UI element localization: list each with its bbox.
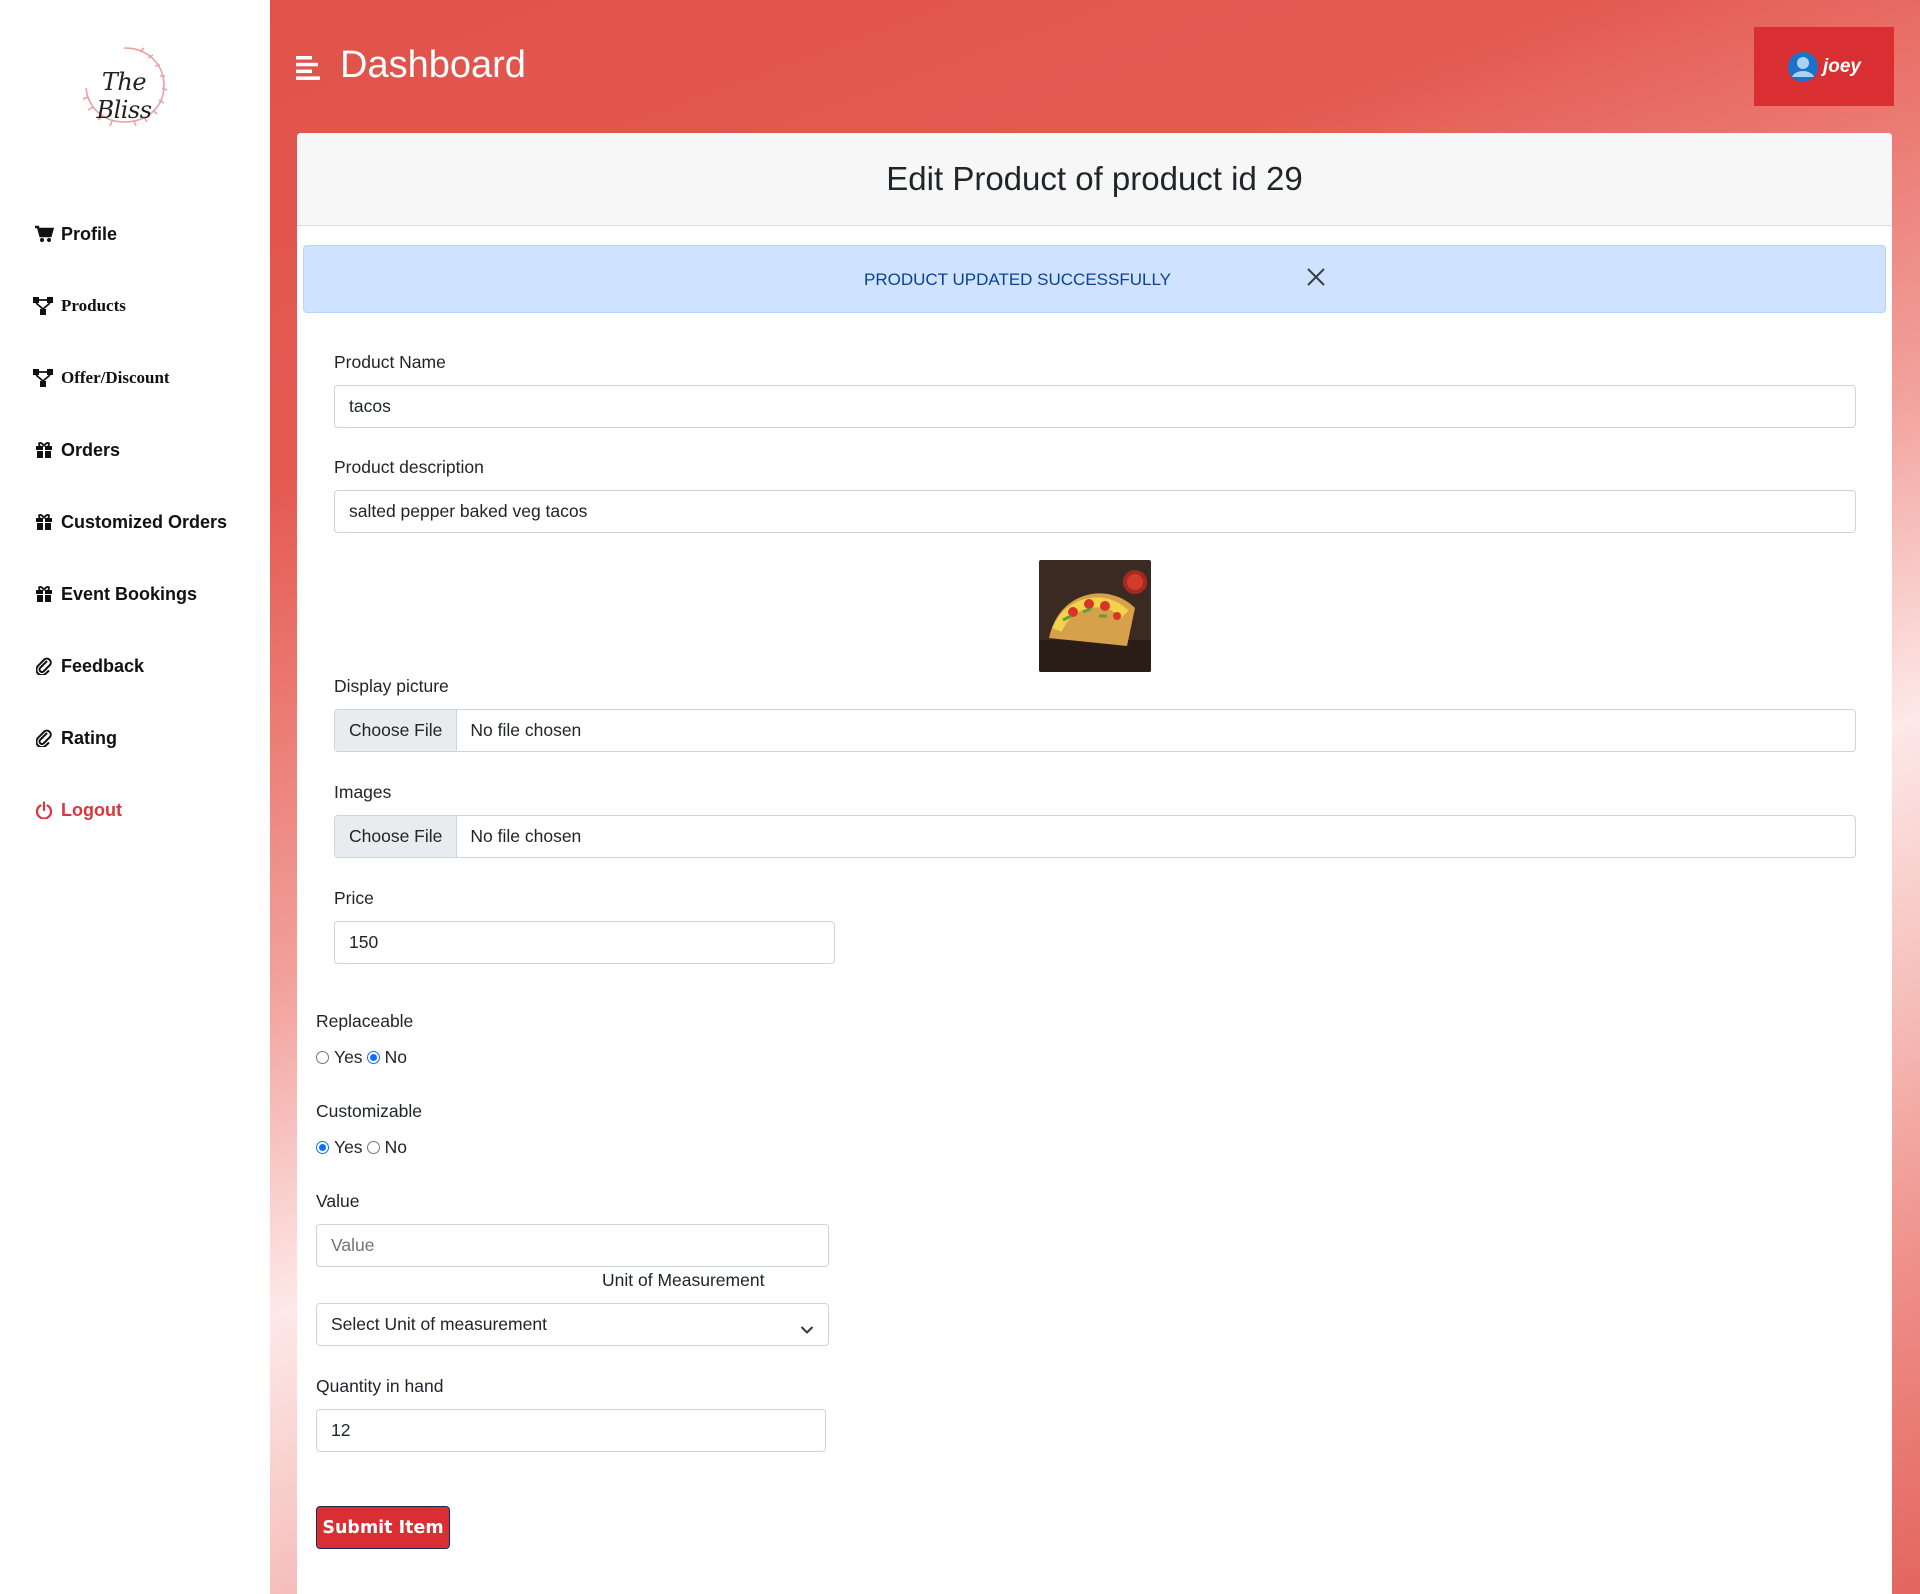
- radio-label: No: [384, 1047, 407, 1067]
- user-name: joey: [1822, 55, 1862, 77]
- price-input[interactable]: 150: [334, 921, 835, 964]
- sidebar-item-label: Logout: [61, 799, 122, 820]
- sidebar-item-label: Orders: [61, 439, 121, 460]
- sidebar-item-label: Profile: [61, 223, 118, 244]
- sidebar-item-label: Event Bookings: [61, 583, 198, 604]
- paperclip-icon: [33, 655, 55, 677]
- unit-of-measurement-label: Unit of Measurement: [602, 1270, 765, 1290]
- images-label: Images: [334, 782, 392, 802]
- value-label: Value: [316, 1191, 360, 1211]
- replaceable-label: Replaceable: [316, 1011, 414, 1031]
- unit-of-measurement-select[interactable]: Select Unit of measurement: [316, 1303, 829, 1346]
- paperclip-icon: [33, 727, 55, 749]
- images-file-input[interactable]: Choose File No file chosen: [334, 815, 1856, 858]
- value-input[interactable]: Value: [316, 1224, 829, 1267]
- close-icon[interactable]: [1305, 266, 1327, 293]
- gift-icon: [33, 583, 55, 605]
- sidebar-item-profile[interactable]: Profile: [33, 198, 227, 270]
- file-status: No file chosen: [470, 826, 582, 846]
- choose-file-button[interactable]: Choose File: [335, 816, 458, 857]
- choose-file-button[interactable]: Choose File: [335, 710, 458, 751]
- select-value: Select Unit of measurement: [331, 1314, 547, 1334]
- product-thumbnail: [1039, 560, 1151, 672]
- sidebar-item-label: Feedback: [61, 655, 145, 676]
- radio-label: No: [384, 1137, 407, 1157]
- quantity-input[interactable]: 12: [316, 1409, 826, 1452]
- hierarchy-icon: [33, 295, 55, 317]
- gift-icon: [33, 439, 55, 461]
- customizable-radio-group: Yes No: [316, 1137, 411, 1158]
- customizable-yes-radio[interactable]: [316, 1141, 329, 1154]
- sidebar-nav: Profile Products Offer/Discount Orders C…: [33, 198, 227, 846]
- customizable-label: Customizable: [316, 1101, 423, 1121]
- replaceable-no-radio[interactable]: [366, 1051, 380, 1064]
- file-status: No file chosen: [470, 720, 582, 740]
- price-label: Price: [334, 888, 374, 908]
- sidebar-item-label: Products: [61, 296, 126, 315]
- card-title: Edit Product of product id 29: [297, 133, 1892, 226]
- sidebar-item-offer-discount[interactable]: Offer/Discount: [33, 342, 227, 414]
- sidebar-item-customized-orders[interactable]: Customized Orders: [33, 486, 227, 558]
- product-name-input[interactable]: tacos: [334, 385, 1856, 428]
- replaceable-yes-radio[interactable]: [316, 1051, 329, 1064]
- sidebar-item-feedback[interactable]: Feedback: [33, 630, 227, 702]
- radio-label: Yes: [334, 1047, 363, 1067]
- radio-label: Yes: [334, 1137, 363, 1157]
- logo-text: The Bliss: [96, 68, 152, 124]
- submit-item-button[interactable]: Submit Item: [316, 1506, 450, 1549]
- product-description-label: Product description: [334, 457, 484, 477]
- display-picture-file-input[interactable]: Choose File No file chosen: [334, 709, 1856, 752]
- product-name-label: Product Name: [334, 352, 446, 372]
- brand-logo[interactable]: The Bliss: [80, 44, 168, 127]
- user-avatar-icon: [1787, 51, 1819, 83]
- sidebar-item-logout[interactable]: Logout: [33, 774, 227, 846]
- sidebar-item-label: Offer/Discount: [61, 368, 170, 387]
- user-menu-button[interactable]: joey: [1754, 27, 1894, 106]
- gift-icon: [33, 511, 55, 533]
- hierarchy-icon: [33, 367, 55, 389]
- alert-message: PRODUCT UPDATED SUCCESSFULLY: [864, 270, 1171, 289]
- sidebar: The Bliss Profile Products Offer/Discoun…: [0, 0, 270, 1594]
- sidebar-item-event-bookings[interactable]: Event Bookings: [33, 558, 227, 630]
- display-picture-label: Display picture: [334, 676, 449, 696]
- product-description-input[interactable]: salted pepper baked veg tacos: [334, 490, 1856, 533]
- page-title: Dashboard: [340, 44, 526, 86]
- chevron-down-icon: [800, 1319, 814, 1340]
- top-bar: Dashboard joey: [270, 0, 1920, 133]
- sidebar-item-products[interactable]: Products: [33, 270, 227, 342]
- menu-toggle-icon[interactable]: [296, 56, 322, 85]
- sidebar-item-orders[interactable]: Orders: [33, 414, 227, 486]
- power-icon: [33, 799, 55, 821]
- cart-icon: [33, 223, 55, 245]
- edit-product-card: Edit Product of product id 29 PRODUCT UP…: [297, 133, 1892, 1594]
- replaceable-radio-group: Yes No: [316, 1047, 411, 1068]
- customizable-no-radio[interactable]: [366, 1141, 380, 1154]
- quantity-label: Quantity in hand: [316, 1376, 444, 1396]
- sidebar-item-label: Customized Orders: [61, 511, 228, 532]
- success-alert: PRODUCT UPDATED SUCCESSFULLY: [303, 245, 1886, 313]
- sidebar-item-label: Rating: [61, 727, 117, 748]
- sidebar-item-rating[interactable]: Rating: [33, 702, 227, 774]
